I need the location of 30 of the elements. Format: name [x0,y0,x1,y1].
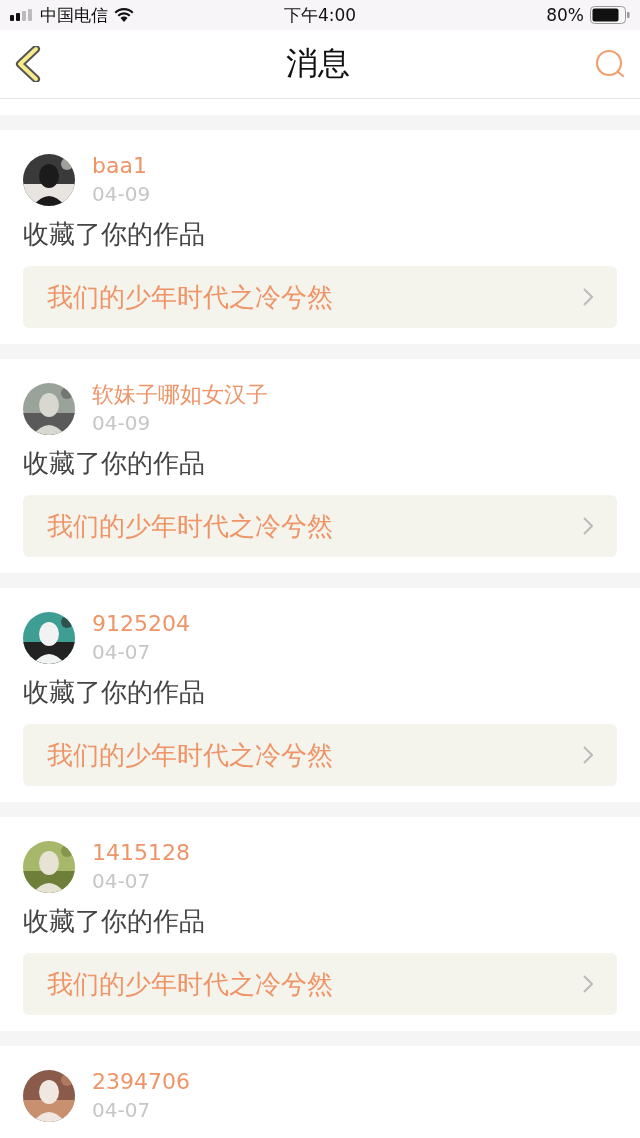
chevron-icon [583,288,593,306]
battery-icon [590,6,630,24]
work-link[interactable]: 我们的少年时代之冷兮然 [23,266,617,328]
user-name[interactable]: 1415128 [92,839,190,867]
battery-percent: 80% [546,5,584,25]
user-name[interactable]: 软妹子哪如女汉子 [92,381,268,409]
chevron-icon [583,975,593,993]
chevron-icon [583,746,593,764]
message-date: 04-09 [92,410,152,437]
work-link[interactable]: 我们的少年时代之冷兮然 [23,495,617,557]
message-date: 04-09 [92,181,151,208]
user-name[interactable]: baa1 [92,152,151,180]
chevron-icon [583,517,593,535]
user-name[interactable]: 2394706 [92,1068,190,1096]
message-text: 收藏了你的作品 [23,676,206,709]
status-time: 下午4:00 [283,4,357,25]
signal-icon [10,9,34,21]
message-text: 收藏了你的作品 [23,218,206,251]
message-text: 收藏了你的作品 [23,905,206,938]
wifi-icon [114,8,134,22]
page-title: 消息 [286,43,350,84]
carrier-name: 中国电信 [40,3,108,27]
back-icon[interactable] [14,46,42,82]
message-date: 04-07 [92,1097,152,1124]
message-date: 04-07 [92,868,152,895]
user-name[interactable]: 9125204 [92,610,190,638]
work-link[interactable]: 我们的少年时代之冷兮然 [23,953,617,1015]
work-link[interactable]: 我们的少年时代之冷兮然 [23,724,617,786]
message-text: 收藏了你的作品 [23,447,206,480]
message-date: 04-07 [92,639,152,666]
